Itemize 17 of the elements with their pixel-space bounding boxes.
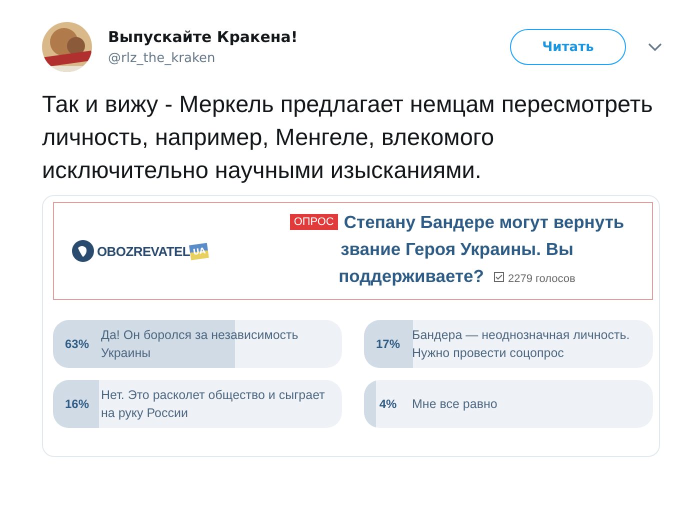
chevron-icon[interactable] [648,42,662,52]
poll-option[interactable]: 17% Бандера — неоднозначная личность. Нужно провести соцопрос [364,320,653,368]
poll-option[interactable]: 16% Нет. Это расколет общество и сыграет на руку России [53,380,342,428]
globe-icon [72,240,94,262]
tweet-text: Так и вижу - Меркель предлагает немцам пересмотреть личность, например, Менгеле, влекомого исключительно научными изысканиями. [42,90,654,185]
author-name[interactable]: Выпускайте Кракена! [108,28,510,46]
logo-flag: UA [189,242,210,260]
poll-option[interactable]: 63% Да! Он боролся за независимость Украины [53,320,342,368]
author-handle[interactable]: @rlz_the_kraken [108,51,510,66]
poll-option[interactable]: 4% Мне все равно [364,380,653,428]
vote-count: 2279 голосов [494,273,576,285]
media-card[interactable] [42,195,660,457]
poll-badge: ОПРОС [290,214,338,230]
logo-text: OBOZREVATEL [97,244,190,258]
follow-button[interactable]: Читать [510,29,626,65]
poll-question: $^{ОПРОС}$ Степану Бандере могут вернуть звание Героя Украины. Вы поддерживаете? 2279 голосов [282,209,652,293]
checkbox-icon [494,272,504,282]
